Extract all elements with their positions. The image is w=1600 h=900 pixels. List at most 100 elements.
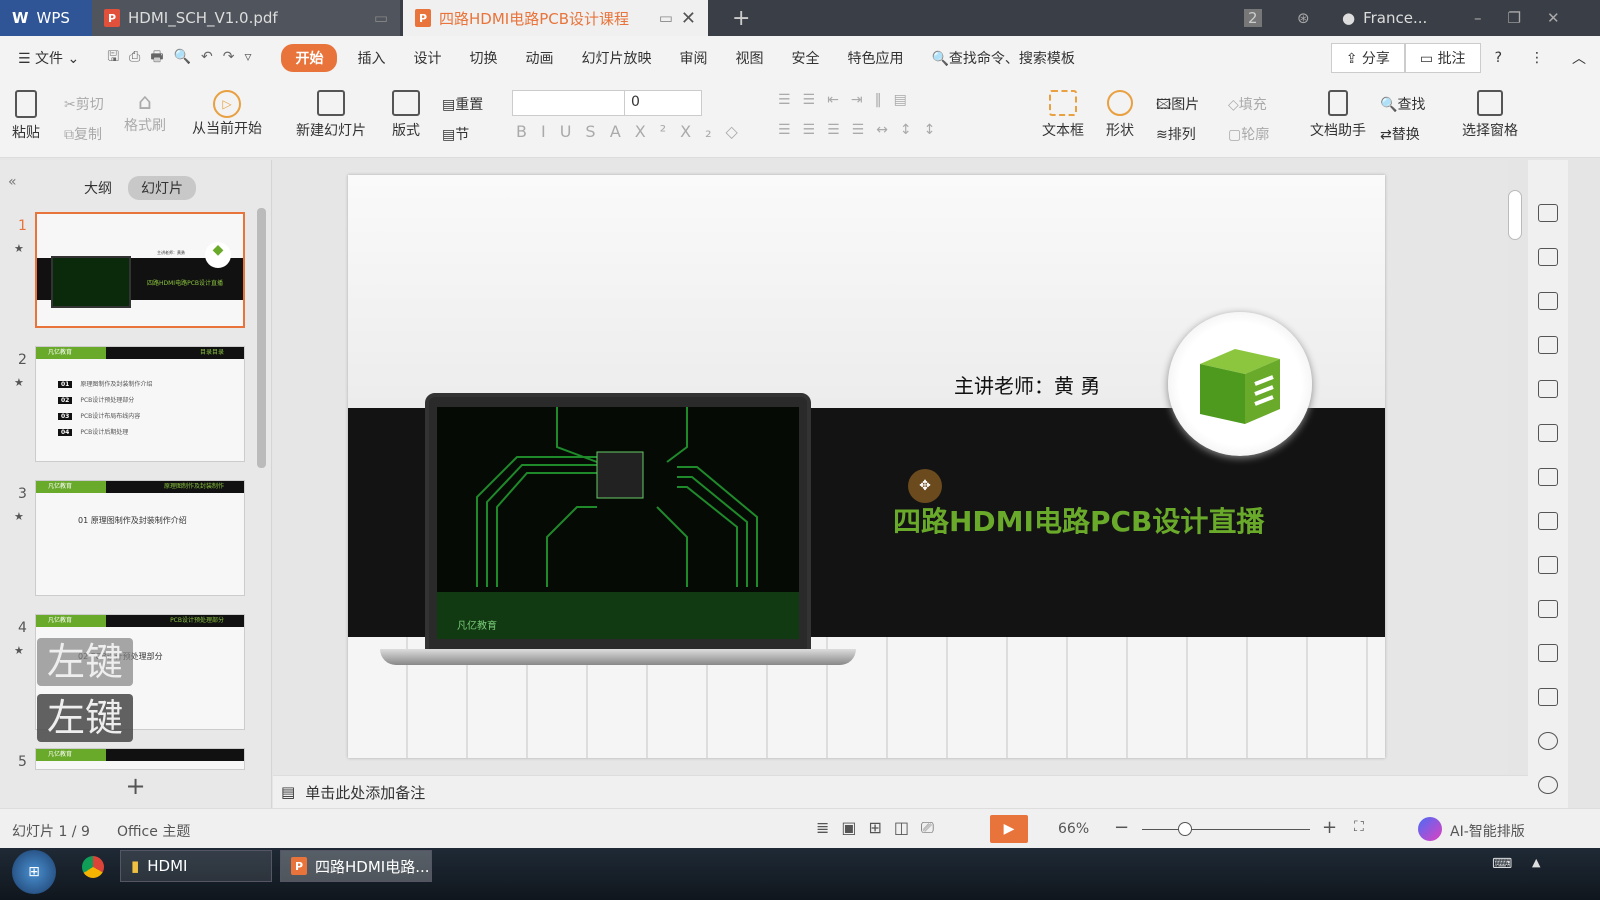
theme-name[interactable]: Office 主题 — [117, 821, 190, 841]
taskbar-item-folder[interactable]: ▮ HDMI — [120, 850, 272, 882]
more-icon[interactable]: ⋮ — [1516, 46, 1558, 70]
font-size-select[interactable]: 0 — [631, 94, 640, 110]
help-icon[interactable]: ? — [1481, 46, 1516, 70]
object-icon[interactable] — [1538, 248, 1558, 266]
slide-thumbnail-1[interactable]: 主讲老师：黄勇 四路HDMI电路PCB设计直播 ◆ — [35, 212, 245, 328]
scrollbar-thumb[interactable] — [1508, 190, 1522, 240]
shape-label: 形状 — [1106, 123, 1134, 139]
minimize-icon[interactable]: – — [1474, 9, 1482, 27]
reset-button[interactable]: ▤重置 — [442, 94, 483, 114]
zoom-slider[interactable] — [1142, 822, 1310, 836]
tab-wps-home[interactable]: W WPS — [0, 0, 92, 36]
slide-title[interactable]: 四路HDMI电路PCB设计直播 — [893, 500, 1264, 540]
taskbar-item-wps[interactable]: P 四路HDMI电路... — [280, 850, 432, 882]
zoom-level[interactable]: 66% — [1058, 821, 1089, 837]
new-tab-button[interactable]: + — [720, 0, 762, 36]
slide-thumbnail-3[interactable]: 凡亿教育 原理图制作及封装制作 01 原理图制作及封装制作介绍 — [35, 480, 245, 596]
zoom-out-icon[interactable]: − — [1114, 817, 1129, 838]
menu-transition[interactable]: 切换 — [455, 44, 511, 72]
zoom-in-icon[interactable]: + — [1322, 817, 1337, 838]
restore-icon[interactable]: ❐ — [1508, 9, 1521, 27]
textbox-button[interactable]: 文本框 — [1042, 90, 1084, 140]
search-command[interactable]: 🔍查找命令、搜索模板 — [917, 44, 1088, 72]
share-button[interactable]: ⇪ 分享 — [1330, 43, 1405, 73]
menu-animation[interactable]: 动画 — [511, 44, 567, 72]
menu-insert[interactable]: 插入 — [343, 44, 399, 72]
add-slide-button[interactable]: + — [0, 772, 271, 808]
notes-bar[interactable]: ▤ 单击此处添加备注 — [273, 775, 1528, 808]
slide-thumbnail-5[interactable]: 凡亿教育 — [35, 748, 245, 770]
fit-window-icon[interactable]: ⛶ — [1354, 819, 1364, 835]
layout-button[interactable]: 版式 — [392, 90, 420, 140]
picture-button[interactable]: 🖾图片 — [1156, 94, 1199, 118]
style-icon[interactable] — [1538, 336, 1558, 354]
menu-view[interactable]: 视图 — [721, 44, 777, 72]
cut-button[interactable]: ✂剪切 — [64, 94, 104, 114]
select-pane-button[interactable]: 选择窗格 — [1462, 90, 1518, 140]
alignment-buttons[interactable]: ☰☰☰☰↔↕↕ — [778, 122, 947, 138]
skin-icon[interactable]: ⊛ — [1285, 0, 1322, 36]
share-icon[interactable] — [1538, 512, 1558, 530]
history-icon[interactable] — [1538, 732, 1558, 750]
quick-access-toolbar[interactable]: 🖫⎙🖶🔍↶↷▿ — [93, 42, 275, 74]
copy-button[interactable]: ⧉复制 — [64, 124, 102, 144]
doc-assistant-button[interactable]: 文档助手 — [1310, 90, 1366, 140]
replace-button[interactable]: ⇄替换 — [1380, 124, 1420, 144]
close-window-icon[interactable]: ✕ — [1547, 9, 1560, 27]
menu-slideshow[interactable]: 幻灯片放映 — [567, 44, 665, 72]
paste-button[interactable]: 粘贴 — [12, 90, 40, 142]
file-menu[interactable]: ☰ 文件 ⌄ — [0, 44, 93, 72]
paragraph-buttons[interactable]: ☰☰⇤⇥‖▤ — [778, 92, 919, 108]
font-format-buttons[interactable]: BIUSAX²X₂◇ — [516, 122, 752, 141]
fill-button[interactable]: ◇填充 — [1228, 94, 1267, 114]
menu-security[interactable]: 安全 — [777, 44, 833, 72]
comment-button[interactable]: ▭ 批注 — [1404, 43, 1481, 73]
ai-layout-button[interactable]: AI-智能排版 — [1450, 821, 1525, 841]
play-slideshow-button[interactable]: ▶ — [990, 815, 1028, 843]
arrange-button[interactable]: ≋排列 — [1156, 124, 1196, 144]
format-painter-button[interactable]: ⌂ 格式刷 — [124, 90, 166, 135]
tab-outline[interactable]: 大纲 — [84, 178, 112, 198]
shape-button[interactable]: 形状 — [1106, 90, 1134, 140]
backup-icon[interactable] — [1538, 556, 1558, 574]
collapse-panel-icon[interactable]: « — [8, 174, 17, 190]
collapse-ribbon-icon[interactable]: ︿ — [1558, 44, 1600, 72]
new-slide-button[interactable]: 新建幻灯片 — [296, 90, 366, 140]
menu-home[interactable]: 开始 — [281, 44, 338, 72]
close-tab-icon[interactable]: ✕ — [681, 8, 696, 29]
current-slide[interactable]: 凡亿教育 主讲老师：黄 勇 四路HDMI电路PCB设计直播 ✥ — [348, 175, 1385, 758]
tray-expand-icon[interactable]: ▲ — [1532, 856, 1540, 869]
slide-thumbnail-2[interactable]: 凡亿教育 目录目录 01 原理图制作及封装制作介绍 02 PCB设计预处理部分 03 P… — [35, 346, 245, 462]
brand-icon[interactable] — [1538, 688, 1558, 706]
outline-button[interactable]: ▢轮廓 — [1228, 124, 1269, 144]
shape-effect-icon[interactable] — [1538, 292, 1558, 310]
grid-icon[interactable] — [1538, 380, 1558, 398]
panel-scrollbar[interactable] — [257, 208, 266, 468]
zoom-slider-thumb[interactable] — [1178, 822, 1193, 836]
image-icon[interactable] — [1538, 600, 1558, 618]
menu-design[interactable]: 设计 — [399, 44, 455, 72]
menu-special[interactable]: 特色应用 — [833, 44, 917, 72]
notes-placeholder[interactable]: 单击此处添加备注 — [305, 782, 425, 803]
find-button[interactable]: 🔍查找 — [1380, 94, 1425, 114]
animation-icon[interactable] — [1538, 468, 1558, 486]
help-icon[interactable] — [1538, 776, 1558, 794]
pin-icon[interactable] — [1538, 204, 1558, 222]
play-from-current-button[interactable]: ▷ 从当前开始 — [192, 90, 262, 138]
teacher-text[interactable]: 主讲老师：黄 勇 — [954, 370, 1100, 399]
menu-review[interactable]: 审阅 — [665, 44, 721, 72]
section-button[interactable]: ▤节 — [442, 124, 469, 144]
audio-icon[interactable] — [1538, 644, 1558, 662]
window-count-badge[interactable]: 2 — [1232, 0, 1274, 36]
keyboard-icon[interactable]: ⌨ — [1492, 856, 1512, 872]
chrome-icon[interactable] — [82, 856, 104, 878]
view-buttons[interactable]: ≣▣⊞◫⎚ — [816, 818, 946, 838]
start-button[interactable]: ⊞ — [12, 850, 56, 894]
settings-icon[interactable] — [1538, 424, 1558, 442]
tab-presentation[interactable]: P 四路HDMI电路PCB设计课程 ▭ ✕ — [403, 0, 708, 36]
font-name-select[interactable] — [513, 91, 625, 115]
user-account[interactable]: ● France... — [1330, 0, 1439, 36]
tab-pdf[interactable]: P HDMI_SCH_V1.0.pdf ▭ — [92, 0, 400, 36]
tab-slides[interactable]: 幻灯片 — [128, 176, 196, 200]
canvas-scrollbar[interactable] — [1508, 170, 1522, 760]
